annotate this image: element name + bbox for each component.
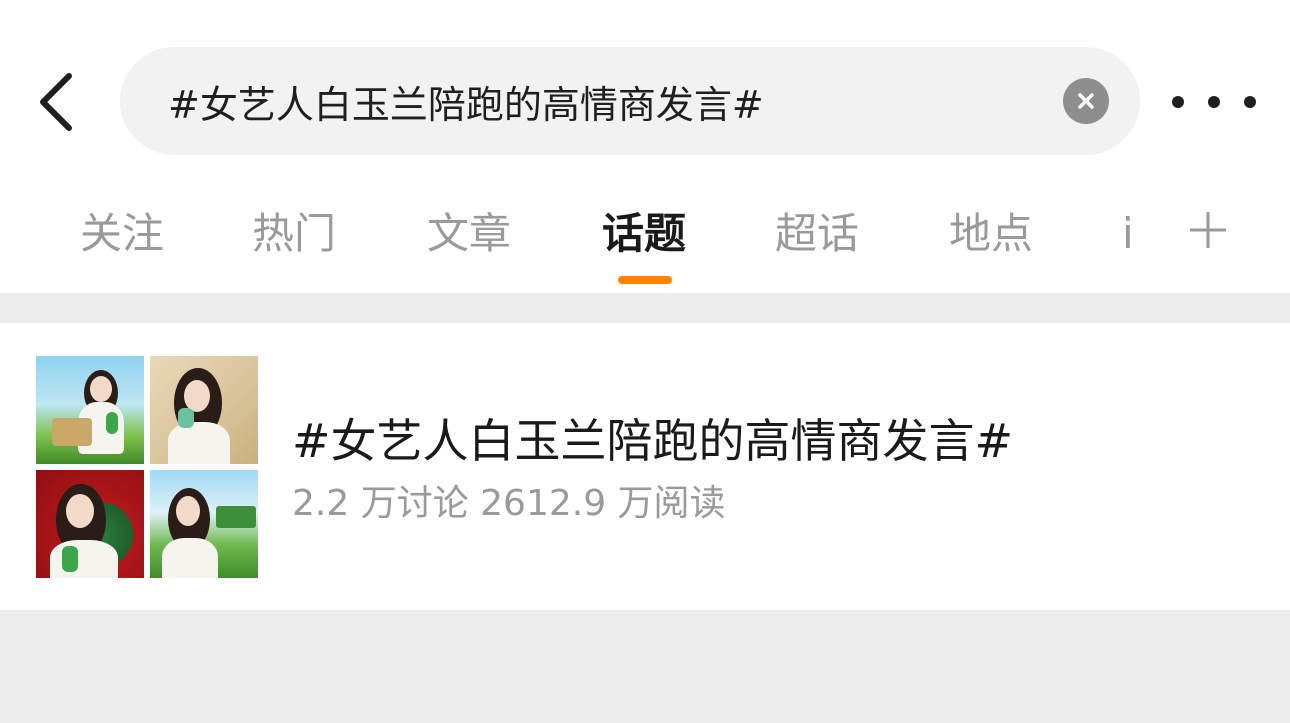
more-icon	[1172, 96, 1184, 108]
thumbnail-image	[150, 470, 258, 578]
tab-topics[interactable]: 话题	[602, 206, 686, 262]
tab-overflow-partial[interactable]: i	[1122, 206, 1131, 262]
search-input[interactable]	[168, 47, 1048, 155]
topic-thumbnail-grid	[36, 356, 258, 578]
active-tab-indicator	[618, 276, 672, 284]
clear-search-button[interactable]	[1063, 78, 1109, 124]
more-icon-dot	[1208, 96, 1220, 108]
thumbnail-image	[150, 356, 258, 464]
topic-stats: 2.2 万讨论 2612.9 万阅读	[292, 483, 726, 524]
tab-places[interactable]: 地点	[949, 206, 1033, 262]
chevron-left-icon	[40, 73, 72, 131]
topic-card[interactable]: #女艺人白玉兰陪跑的高情商发言# 2.2 万讨论 2612.9 万阅读	[0, 323, 1290, 610]
thumbnail-image	[36, 470, 144, 578]
more-button[interactable]	[1172, 82, 1256, 122]
tab-hot[interactable]: 热门	[252, 206, 336, 262]
plus-icon	[1190, 212, 1226, 248]
back-button[interactable]	[28, 68, 82, 136]
clear-icon	[1078, 93, 1094, 109]
thumbnail-image	[36, 356, 144, 464]
more-icon-dot	[1244, 96, 1256, 108]
tab-super-topics[interactable]: 超话	[775, 206, 859, 262]
top-header: 关注 热门 文章 话题 超话 地点 i	[0, 0, 1290, 293]
tab-articles[interactable]: 文章	[427, 206, 511, 262]
topic-title[interactable]: #女艺人白玉兰陪跑的高情商发言#	[292, 411, 1013, 471]
add-tab-button[interactable]	[1186, 208, 1230, 252]
search-box[interactable]	[120, 47, 1140, 155]
tab-following[interactable]: 关注	[80, 206, 164, 262]
tab-bar: 关注 热门 文章 话题 超话 地点 i	[0, 190, 1290, 293]
